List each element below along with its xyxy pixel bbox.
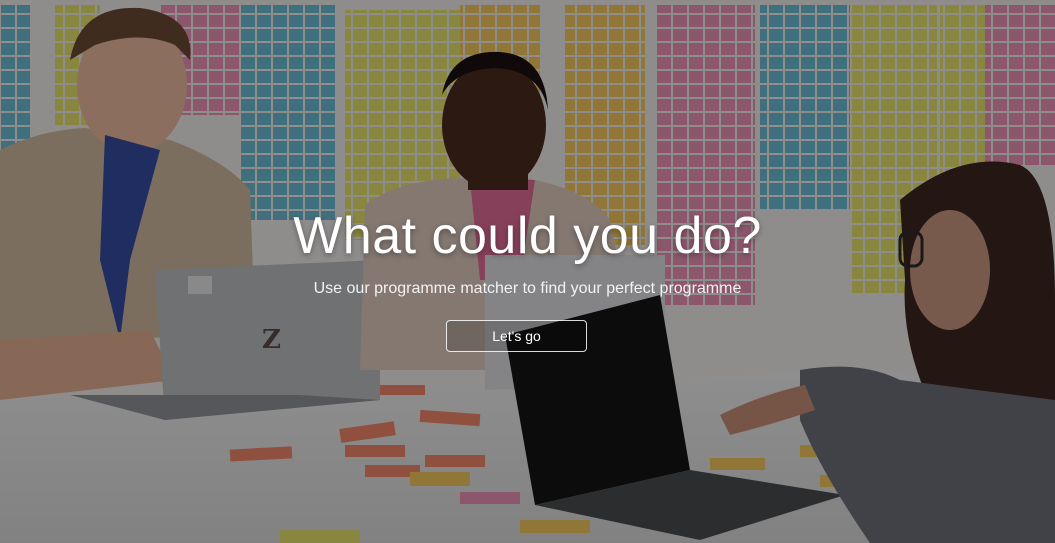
lets-go-button[interactable]: Let's go <box>446 320 587 352</box>
hero-title: What could you do? <box>293 207 762 265</box>
hero-subtitle: Use our programme matcher to find your p… <box>313 280 742 297</box>
hero-content: What could you do? Use our programme mat… <box>0 0 1055 543</box>
hero-banner: Z What could you do? Use our programme m… <box>0 0 1055 543</box>
